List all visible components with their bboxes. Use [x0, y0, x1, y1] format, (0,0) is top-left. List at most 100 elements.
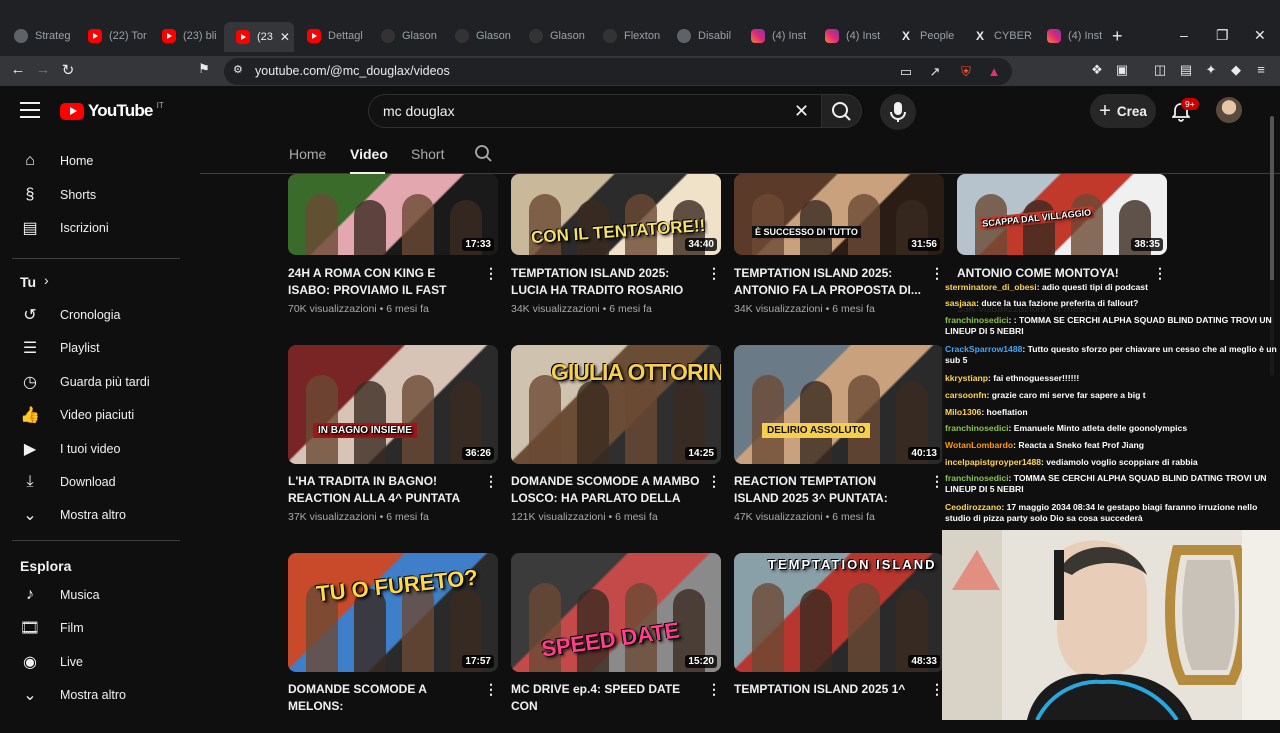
video-title[interactable]: DOMANDE SCOMODE A MAMBO LOSCO: HA PARLAT… [511, 473, 701, 507]
video-title[interactable]: TEMPTATION ISLAND 2025 1^ [734, 681, 924, 698]
reload-icon[interactable]: ↻ [58, 61, 78, 79]
sidebar-item-live[interactable]: ◉ Live [0, 647, 192, 677]
menu-icon[interactable]: ≡ [1253, 62, 1269, 78]
youtube-logo[interactable]: YouTube IT [60, 101, 164, 121]
browser-tab[interactable]: Glason [369, 24, 442, 48]
account-avatar[interactable] [1216, 97, 1242, 123]
sidebar-item-guarda-pi-tardi[interactable]: ◷ Guarda più tardi [0, 367, 192, 397]
browser-tab[interactable]: Glason [517, 24, 590, 48]
video-card[interactable]: IN BAGNO INSIEME 36:26 L'HA TRADITA IN BAG… [288, 345, 498, 525]
clear-search-icon[interactable]: ✕ [794, 101, 809, 122]
browser-tab[interactable]: Glason [443, 24, 516, 48]
tab-close-icon[interactable]: ✕ [280, 30, 290, 44]
video-title[interactable]: REACTION TEMPTATION ISLAND 2025 3^ PUNTA… [734, 473, 924, 507]
sidebar-item-film[interactable]: 🎞 Film [0, 613, 192, 643]
cast-icon[interactable]: ▭ [898, 64, 914, 80]
screenshot-icon[interactable]: ▣ [1114, 62, 1130, 78]
sidebar-item-mostra-altro[interactable]: ⌄ Mostra altro [0, 680, 192, 710]
browser-tab[interactable]: Dettagl [295, 24, 368, 48]
share-icon[interactable]: ↗ [927, 64, 943, 80]
sidebar-item-shorts[interactable]: § Shorts [0, 180, 192, 210]
video-card[interactable]: GIULIA OTTORINI 14:25 DOMANDE SCOMODE A MA… [511, 345, 721, 525]
sidebar-item-musica[interactable]: ♪ Musica [0, 580, 192, 610]
wallet-icon[interactable]: ▤ [1178, 62, 1194, 78]
video-title[interactable]: L'HA TRADITA IN BAGNO! REACTION ALLA 4^ … [288, 473, 478, 507]
video-thumbnail[interactable]: TEMPTATION ISLAND 48:33 [734, 553, 944, 672]
restore-icon[interactable]: ❐ [1216, 27, 1229, 44]
video-thumbnail[interactable]: GIULIA OTTORINI 14:25 [511, 345, 721, 464]
tab-short[interactable]: Short [411, 146, 444, 162]
browser-tab[interactable]: (23 ✕ [224, 22, 294, 52]
video-menu-icon[interactable]: ⋮ [484, 682, 498, 696]
browser-tab[interactable]: Strateg [2, 24, 75, 48]
video-card[interactable]: CON IL TENTATORE!! 34:40 TEMPTATION ISLAND… [511, 174, 721, 317]
channel-search-icon[interactable] [474, 144, 494, 169]
video-thumbnail[interactable]: SCAPPA DAL VILLAGGIO 38:35 [957, 174, 1167, 255]
search-input[interactable]: mc douglax ✕ [368, 94, 822, 128]
video-thumbnail[interactable]: CON IL TENTATORE!! 34:40 [511, 174, 721, 255]
site-info-icon[interactable]: ⚙ [233, 63, 243, 76]
video-menu-icon[interactable]: ⋮ [707, 682, 721, 696]
hamburger-menu-icon[interactable] [20, 102, 40, 118]
video-title[interactable]: MC DRIVE ep.4: SPEED DATE CON [511, 681, 701, 714]
video-menu-icon[interactable]: ⋮ [707, 474, 721, 488]
browser-tab[interactable]: (4) Inst [813, 24, 886, 48]
search-button[interactable] [822, 94, 862, 128]
video-card[interactable]: DELIRIO ASSOLUTO 40:13 REACTION TEMPTATION… [734, 345, 944, 525]
browser-tab[interactable]: X People [887, 24, 960, 48]
sidebar-item-cronologia[interactable]: ↺ Cronologia [0, 300, 192, 330]
video-card[interactable]: È SUCCESSO DI TUTTO 31:56 TEMPTATION ISLAN… [734, 174, 944, 317]
video-thumbnail[interactable]: 17:33 [288, 174, 498, 255]
video-title[interactable]: DOMANDE SCOMODE A MELONS: [288, 681, 478, 714]
sidebar-item-download[interactable]: ⤓ Download [0, 467, 192, 497]
address-bar[interactable]: ⚙ youtube.com/@mc_douglax/videos ▭ ↗ ⛨ ▲ [224, 58, 1012, 85]
video-thumbnail[interactable]: IN BAGNO INSIEME 36:26 [288, 345, 498, 464]
sidebar-you-header[interactable]: Tu [20, 274, 36, 290]
video-title[interactable]: TEMPTATION ISLAND 2025: ANTONIO FA LA PR… [734, 265, 924, 298]
video-card[interactable]: 17:33 24H A ROMA CON KING E ISABO: PROVIA… [288, 174, 498, 317]
sidebar-item-mostra-altro[interactable]: ⌄ Mostra altro [0, 500, 192, 530]
voice-search-button[interactable] [880, 94, 916, 130]
leo-icon[interactable]: ✦ [1203, 62, 1219, 78]
video-thumbnail[interactable]: TU O FURETO? 17:57 [288, 553, 498, 672]
new-tab-icon[interactable]: + [1112, 26, 1123, 47]
vpn-icon[interactable]: ◆ [1228, 62, 1244, 78]
sidebar-item-iscrizioni[interactable]: ▤ Iscrizioni [0, 213, 192, 243]
tab-video[interactable]: Video [350, 146, 388, 162]
brave-shields-icon[interactable]: ⛨ [958, 64, 974, 80]
video-card[interactable]: TU O FURETO? 17:57 DOMANDE SCOMODE A MELON… [288, 553, 498, 733]
sidebar-item-home[interactable]: ⌂ Home [0, 146, 192, 176]
video-menu-icon[interactable]: ⋮ [484, 474, 498, 488]
video-thumbnail[interactable]: SPEED DATE 15:20 [511, 553, 721, 672]
video-title[interactable]: TEMPTATION ISLAND 2025: LUCIA HA TRADITO… [511, 265, 701, 299]
browser-tab[interactable]: (23) bli [150, 24, 223, 48]
video-thumbnail[interactable]: DELIRIO ASSOLUTO 40:13 [734, 345, 944, 464]
video-menu-icon[interactable]: ⋮ [930, 266, 944, 280]
forward-icon[interactable]: → [33, 61, 53, 78]
video-thumbnail[interactable]: È SUCCESSO DI TUTTO 31:56 [734, 174, 944, 255]
browser-tab[interactable]: (4) Inst [739, 24, 812, 48]
sidebar-icon[interactable]: ◫ [1152, 62, 1168, 78]
browser-tab[interactable]: Disabil [665, 24, 738, 48]
video-menu-icon[interactable]: ⋮ [707, 266, 721, 280]
browser-tab[interactable]: (4) Inst [1035, 24, 1108, 48]
browser-tab[interactable]: X CYBER [961, 24, 1034, 48]
bookmark-icon[interactable]: ⚑ [194, 61, 214, 77]
sidebar-item-playlist[interactable]: ☰ Playlist [0, 333, 192, 363]
minimize-icon[interactable]: – [1180, 27, 1188, 43]
browser-tab[interactable]: (22) Tor [76, 24, 149, 48]
video-menu-icon[interactable]: ⋮ [1153, 266, 1167, 280]
back-icon[interactable]: ← [8, 61, 28, 78]
tab-home[interactable]: Home [289, 146, 326, 162]
video-menu-icon[interactable]: ⋮ [484, 266, 498, 280]
chevron-right-icon[interactable]: › [44, 272, 49, 288]
video-card[interactable]: TEMPTATION ISLAND 48:33 TEMPTATION ISLAND … [734, 553, 944, 733]
extensions-icon[interactable]: ❖ [1089, 62, 1105, 78]
close-window-icon[interactable]: ✕ [1254, 27, 1266, 44]
brave-rewards-icon[interactable]: ▲ [986, 64, 1002, 80]
create-button[interactable]: + Crea [1090, 94, 1156, 128]
sidebar-item-video-piaciuti[interactable]: 👍 Video piaciuti [0, 400, 192, 430]
browser-tab[interactable]: Flexton [591, 24, 664, 48]
video-card[interactable]: SPEED DATE 15:20 MC DRIVE ep.4: SPEED DATE… [511, 553, 721, 733]
video-title[interactable]: 24H A ROMA CON KING E ISABO: PROVIAMO IL… [288, 265, 478, 299]
